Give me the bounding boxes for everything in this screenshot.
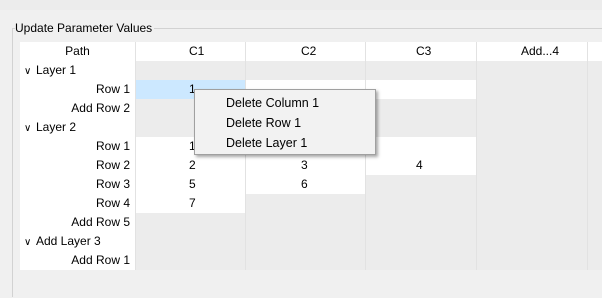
value-cell[interactable] <box>477 99 588 118</box>
table-row[interactable]: Row 3 56 <box>20 175 602 194</box>
filler-cell <box>588 213 602 232</box>
value-cell[interactable] <box>477 80 588 99</box>
value-cell[interactable] <box>366 251 477 270</box>
filler-cell <box>588 61 602 80</box>
row-path-label[interactable]: Add Row 5 <box>20 213 136 232</box>
value-cell[interactable] <box>477 213 588 232</box>
value-cell[interactable]: 4 <box>366 156 477 175</box>
value-cell[interactable] <box>136 61 246 80</box>
context-menu: Delete Column 1 Delete Row 1 Delete Laye… <box>194 89 376 155</box>
row-path-label[interactable]: Add Row 1 <box>20 251 136 270</box>
value-cell[interactable] <box>477 194 588 213</box>
table-row[interactable]: Add Row 1 <box>20 251 602 270</box>
path-text: Row 1 <box>95 82 130 96</box>
column-header-c3[interactable]: C3 <box>366 42 477 61</box>
value-cell[interactable] <box>366 175 477 194</box>
tree-group-row[interactable]: ∨ Add Layer 3 <box>20 232 602 251</box>
tree-group-label[interactable]: ∨ Add Layer 3 <box>20 232 136 251</box>
column-header-filler <box>588 42 602 61</box>
filler-cell <box>588 156 602 175</box>
column-header-add-4[interactable]: Add...4 <box>477 42 588 61</box>
filler-cell <box>588 194 602 213</box>
filler-cell <box>588 99 602 118</box>
filler-cell <box>588 118 602 137</box>
value-cell[interactable] <box>477 118 588 137</box>
value-cell[interactable] <box>366 61 477 80</box>
filler-cell <box>588 137 602 156</box>
value-cell[interactable] <box>246 251 366 270</box>
path-text: Row 1 <box>95 139 130 153</box>
tree-group-label[interactable]: ∨ Layer 2 <box>20 118 136 137</box>
value-cell[interactable] <box>136 232 246 251</box>
value-cell[interactable] <box>366 213 477 232</box>
value-cell[interactable] <box>477 232 588 251</box>
value-cell[interactable] <box>477 175 588 194</box>
column-header-path[interactable]: Path <box>20 42 136 61</box>
value-cell[interactable] <box>246 213 366 232</box>
table-header: Path C1 C2 C3 Add...4 <box>20 42 602 61</box>
menu-item-delete-layer[interactable]: Delete Layer 1 <box>195 133 375 153</box>
menu-item-delete-column[interactable]: Delete Column 1 <box>195 93 375 113</box>
path-text: Add Row 2 <box>71 101 130 115</box>
row-path-label[interactable]: Row 2 <box>20 156 136 175</box>
menu-item-delete-row[interactable]: Delete Row 1 <box>195 113 375 133</box>
value-cell[interactable]: 6 <box>246 175 366 194</box>
value-cell[interactable] <box>366 118 477 137</box>
table-row[interactable]: Add Row 5 <box>20 213 602 232</box>
path-text: Add Row 1 <box>71 253 130 267</box>
value-cell[interactable] <box>246 232 366 251</box>
path-text: Layer 2 <box>36 120 77 134</box>
value-cell[interactable] <box>366 232 477 251</box>
row-path-label[interactable]: Row 1 <box>20 80 136 99</box>
value-cell[interactable] <box>136 213 246 232</box>
value-cell[interactable] <box>366 194 477 213</box>
row-path-label[interactable]: Row 4 <box>20 194 136 213</box>
filler-cell <box>588 232 602 251</box>
chevron-down-icon[interactable]: ∨ <box>24 233 36 251</box>
value-cell[interactable]: 7 <box>136 194 246 213</box>
filler-cell <box>588 251 602 270</box>
value-cell[interactable] <box>136 251 246 270</box>
chevron-down-icon[interactable]: ∨ <box>24 119 36 137</box>
row-path-label[interactable]: Add Row 2 <box>20 99 136 118</box>
row-path-label[interactable]: Row 1 <box>20 137 136 156</box>
value-cell[interactable] <box>246 61 366 80</box>
column-header-c1[interactable]: C1 <box>136 42 246 61</box>
parameter-table: Path C1 C2 C3 Add...4 ∨ Layer 1 Row 1 1 Add … <box>20 42 602 270</box>
value-cell[interactable] <box>477 137 588 156</box>
value-cell[interactable]: 2 <box>136 156 246 175</box>
path-text: Add Row 5 <box>71 215 130 229</box>
path-text: Add Layer 3 <box>36 234 101 248</box>
top-strip <box>0 0 602 10</box>
path-text: Row 3 <box>95 177 130 191</box>
value-cell[interactable] <box>366 137 477 156</box>
path-text: Row 4 <box>95 196 130 210</box>
table-row[interactable]: Row 2 234 <box>20 156 602 175</box>
tree-group-row[interactable]: ∨ Layer 1 <box>20 61 602 80</box>
chevron-down-icon[interactable]: ∨ <box>24 62 36 80</box>
value-cell[interactable]: 5 <box>136 175 246 194</box>
path-text: Layer 1 <box>36 63 77 77</box>
table-row[interactable]: Row 4 7 <box>20 194 602 213</box>
value-cell[interactable] <box>366 80 477 99</box>
value-cell[interactable] <box>246 194 366 213</box>
tree-group-label[interactable]: ∨ Layer 1 <box>20 61 136 80</box>
group-title: Update Parameter Values <box>15 21 155 35</box>
column-header-c2[interactable]: C2 <box>246 42 366 61</box>
path-text: Row 2 <box>95 158 130 172</box>
value-cell[interactable]: 3 <box>246 156 366 175</box>
value-cell[interactable] <box>477 251 588 270</box>
filler-cell <box>588 80 602 99</box>
row-path-label[interactable]: Row 3 <box>20 175 136 194</box>
value-cell[interactable] <box>477 61 588 80</box>
filler-cell <box>588 175 602 194</box>
value-cell[interactable] <box>477 156 588 175</box>
value-cell[interactable] <box>366 99 477 118</box>
